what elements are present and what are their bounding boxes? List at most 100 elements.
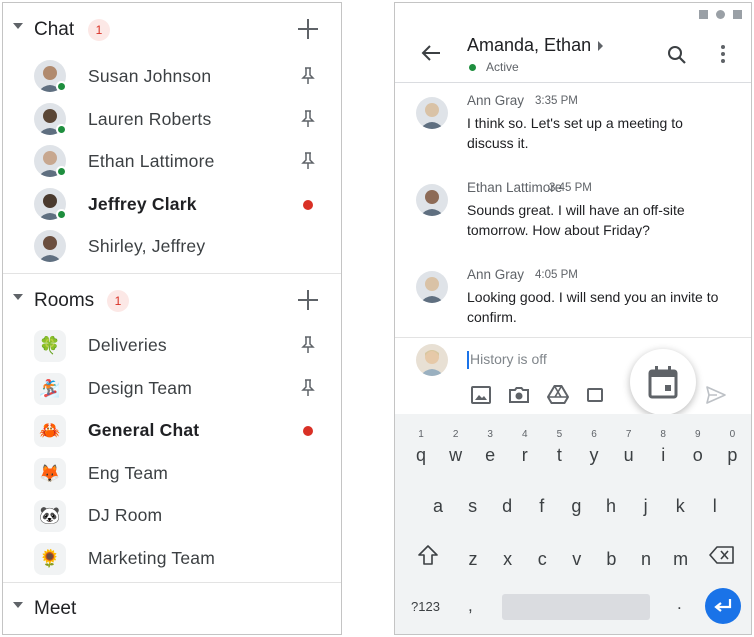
rooms-section-header[interactable]: Rooms 1	[3, 276, 341, 326]
pin-icon[interactable]	[301, 152, 315, 170]
image-icon[interactable]	[469, 383, 493, 407]
room-item[interactable]: 🦀 General Chat	[3, 410, 341, 452]
room-emoji-icon: 🦀	[34, 415, 66, 447]
room-item[interactable]: 🌻 Marketing Team	[3, 538, 341, 580]
key-hint: 8	[660, 429, 666, 440]
message-input[interactable]: History is off	[470, 351, 547, 367]
key-p[interactable]: p	[718, 445, 746, 466]
rooms-unread-badge: 1	[107, 290, 129, 312]
calendar-button[interactable]	[630, 349, 696, 415]
key-t[interactable]: t	[545, 445, 573, 466]
room-item[interactable]: 🍀 Deliveries	[3, 325, 341, 367]
message-body: I think so. Let's set up a meeting to di…	[467, 115, 683, 151]
online-presence-dot	[56, 208, 67, 220]
chat-item[interactable]: Ethan Lattimore	[3, 141, 341, 183]
key-hint: 9	[695, 429, 701, 440]
key-a[interactable]: a	[424, 496, 452, 517]
message-time: 3:35 PM	[535, 95, 578, 107]
message-sender: Ann Gray	[467, 93, 525, 108]
key-h[interactable]: h	[597, 496, 625, 517]
chat-item-name: Shirley, Jeffrey	[88, 236, 206, 256]
pin-icon[interactable]	[301, 67, 315, 85]
meet-section-header[interactable]: Meet	[3, 584, 341, 634]
message-time: 4:05 PM	[535, 269, 578, 281]
pin-icon[interactable]	[301, 109, 315, 128]
new-chat-plus-icon[interactable]	[296, 17, 320, 41]
avatar	[34, 230, 66, 262]
section-divider	[3, 273, 341, 274]
key-y[interactable]: y	[580, 445, 608, 466]
meet-collapse-caret-icon[interactable]	[13, 602, 23, 608]
chat-item[interactable]: Shirley, Jeffrey	[3, 226, 341, 268]
key-u[interactable]: u	[615, 445, 643, 466]
drive-icon[interactable]	[546, 383, 570, 407]
period-key[interactable]: .	[677, 594, 682, 614]
video-icon[interactable]	[585, 383, 609, 407]
pin-icon[interactable]	[301, 378, 315, 397]
chat-unread-badge: 1	[88, 19, 110, 41]
key-z[interactable]: z	[459, 549, 487, 570]
comma-key[interactable]: ,	[468, 596, 473, 616]
space-key[interactable]	[502, 594, 650, 620]
enter-key[interactable]	[705, 588, 741, 624]
chat-item[interactable]: Lauren Roberts	[3, 99, 341, 141]
room-emoji-icon: 🍀	[34, 330, 66, 362]
chat-item[interactable]: Jeffrey Clark	[3, 184, 341, 226]
conversation-details-caret-icon[interactable]	[598, 41, 603, 51]
conversation-title[interactable]: Amanda, Ethan	[467, 35, 591, 56]
camera-icon[interactable]	[507, 383, 531, 407]
unread-dot	[303, 426, 313, 436]
room-item-name: Eng Team	[88, 462, 169, 483]
shift-key-icon[interactable]	[417, 544, 439, 566]
key-v[interactable]: v	[563, 549, 591, 570]
key-hint: 1	[418, 429, 424, 440]
more-options-icon[interactable]	[721, 45, 725, 63]
room-item[interactable]: 🐼 DJ Room	[3, 495, 341, 537]
key-l[interactable]: l	[701, 496, 729, 517]
conversation-app-bar: Amanda, Ethan Active	[395, 25, 751, 83]
key-q[interactable]: q	[407, 445, 435, 466]
key-j[interactable]: j	[632, 496, 660, 517]
send-icon[interactable]	[705, 385, 727, 405]
chat-section-header[interactable]: Chat 1	[3, 5, 341, 55]
key-b[interactable]: b	[597, 549, 625, 570]
symbols-key[interactable]: ?123	[411, 599, 440, 614]
message-sender: Ann Gray	[467, 267, 525, 282]
key-c[interactable]: c	[528, 549, 556, 570]
key-r[interactable]: r	[511, 445, 539, 466]
key-k[interactable]: k	[666, 496, 694, 517]
key-g[interactable]: g	[562, 496, 590, 517]
key-e[interactable]: e	[476, 445, 504, 466]
active-status-label: Active	[486, 60, 519, 74]
pin-icon[interactable]	[301, 336, 315, 354]
key-f[interactable]: f	[528, 496, 556, 517]
key-o[interactable]: o	[684, 445, 712, 466]
backspace-key-icon[interactable]	[709, 545, 735, 565]
my-avatar	[416, 344, 448, 376]
rooms-section-title: Rooms	[34, 290, 95, 311]
chat-item[interactable]: Susan Johnson	[3, 56, 341, 98]
chat-collapse-caret-icon[interactable]	[13, 23, 23, 29]
status-circle-icon	[716, 10, 725, 19]
key-s[interactable]: s	[459, 496, 487, 517]
search-icon[interactable]	[667, 45, 687, 65]
key-i[interactable]: i	[649, 445, 677, 466]
calendar-icon	[648, 366, 678, 399]
room-item[interactable]: 🏂 Design Team	[3, 368, 341, 410]
key-hint: 5	[556, 429, 563, 440]
rooms-collapse-caret-icon[interactable]	[13, 294, 23, 300]
key-w[interactable]: w	[442, 445, 470, 466]
key-m[interactable]: m	[667, 549, 695, 570]
key-hint: 2	[452, 429, 459, 440]
status-bar	[395, 3, 751, 25]
on-screen-keyboard: 1 q 2 w 3 e 4 r 5 t 6 y 7 u 8 i 9 o 0 p asdfghjkl zxcvbnm ?…	[395, 414, 751, 634]
status-square-icon	[733, 10, 742, 19]
room-item-name: Deliveries	[88, 335, 167, 355]
key-x[interactable]: x	[494, 549, 522, 570]
key-d[interactable]: d	[493, 496, 521, 517]
room-item[interactable]: 🦊 Eng Team	[3, 453, 341, 495]
new-room-plus-icon[interactable]	[296, 288, 320, 312]
room-item-name: Marketing Team	[88, 547, 215, 568]
key-n[interactable]: n	[632, 549, 660, 570]
back-arrow-icon[interactable]	[421, 44, 441, 62]
